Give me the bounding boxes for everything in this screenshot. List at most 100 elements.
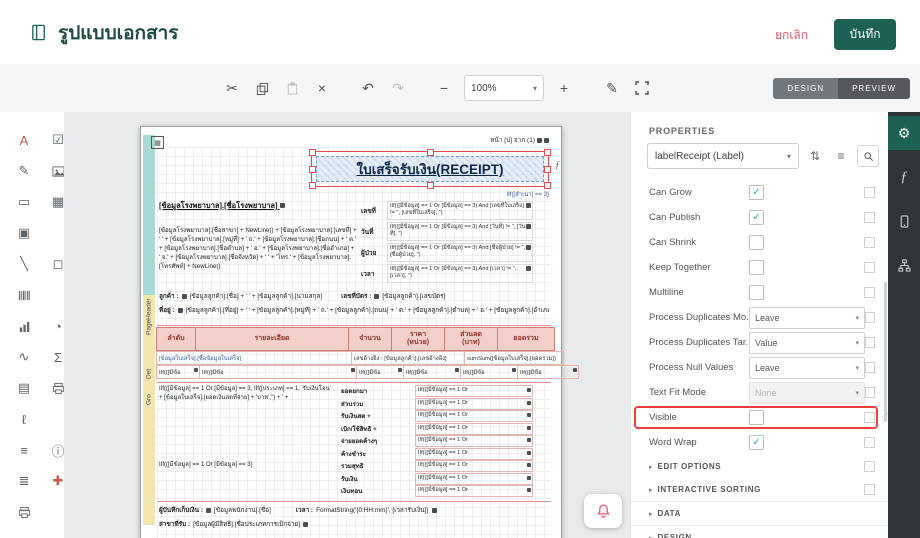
- selection-handle[interactable]: [309, 182, 316, 189]
- prop-checkbox-can-grow[interactable]: ✓: [749, 185, 764, 200]
- total-value-cell[interactable]: IIf(([มีข้อมูล] == 1 Or: [415, 435, 533, 447]
- table-header-cell[interactable]: ยอดรวม: [497, 327, 555, 351]
- prop-pin-checkbox[interactable]: [865, 312, 875, 323]
- design-canvas[interactable]: PageHeader Det Gro ▦ หน้า [ป] จาก (1) ใบ…: [64, 112, 630, 538]
- hospital-address-label[interactable]: [ข้อมูลโรงพยาบาล].[ชื่อสาขา] + NewLine()…: [159, 227, 357, 272]
- footer-row-2[interactable]: สาขาที่รับ : [ข้อมูลผู้มีสิทธิ].[ชื่อประ…: [159, 519, 549, 529]
- prop-pin-checkbox[interactable]: [864, 484, 875, 495]
- scrollbar[interactable]: [884, 282, 887, 422]
- zoom-out-button[interactable]: −: [436, 78, 452, 98]
- prop-select-process-duplicates-tar[interactable]: Value▾: [749, 332, 865, 354]
- cut-button[interactable]: ✂: [224, 78, 240, 98]
- table-header-cell[interactable]: ส่วนลด (บาท): [444, 327, 498, 351]
- footer-row-1[interactable]: ผู้บันทึกเก็บเงิน : [ข้อมูลพนักงาน].[ชื่…: [159, 505, 549, 515]
- table-detail-cell[interactable]: IIf(([มีข้อ: [156, 365, 200, 379]
- prop-pin-checkbox[interactable]: [865, 362, 875, 373]
- design-tab[interactable]: DESIGN: [773, 78, 838, 99]
- total-value-cell[interactable]: IIf(([มีข้อมูล] == 1 Or: [415, 410, 533, 422]
- prop-pin-checkbox[interactable]: [865, 337, 875, 348]
- total-value-cell[interactable]: IIf(([มีข้อมูล] == 1 Or: [415, 398, 533, 410]
- table-detail-cell[interactable]: IIf(([มีข้อ: [199, 365, 357, 379]
- payment-expression2-label[interactable]: IIf(([มีข้อมูล] == 1 Or [มีข้อมูล] == 3): [159, 459, 331, 469]
- selected-label-receipt[interactable]: ใบเสร็จรับเงิน(RECEIPT) ƒ: [311, 151, 549, 187]
- table-detail-row[interactable]: IIf(([มีข้อIIf(([มีข้อIIf(([มีข้อIIf(([ม…: [157, 365, 579, 379]
- prop-pin-checkbox[interactable]: [864, 187, 875, 198]
- element-selector-dropdown[interactable]: labelReceipt (Label) ▾: [647, 143, 799, 169]
- total-row[interactable]: ค้างชำระIIf(([มีข้อมูล] == 1 Or: [341, 448, 533, 461]
- selection-handle[interactable]: [544, 182, 551, 189]
- selection-handle[interactable]: [427, 149, 434, 156]
- total-row[interactable]: เบิก/ใช้สิทธิ +IIf(([มีข้อมูล] == 1 Or: [341, 423, 533, 436]
- table-header-cell[interactable]: รายละเอียด: [195, 327, 349, 351]
- bar-chart-tool-icon[interactable]: [12, 314, 36, 338]
- fullscreen-button[interactable]: [634, 78, 650, 98]
- settings-rail-button[interactable]: ⚙: [888, 116, 920, 150]
- table-detail-cell[interactable]: IIf(([มีข้อ: [460, 365, 518, 379]
- copy-button[interactable]: [254, 78, 270, 98]
- delete-button[interactable]: ×: [314, 78, 330, 98]
- table-header-cell[interactable]: ราคา (หน่วย): [391, 327, 445, 351]
- prop-pin-checkbox[interactable]: [864, 412, 875, 423]
- sort-icon[interactable]: ⇅: [805, 146, 825, 166]
- rectangle-tool-icon[interactable]: ▭: [12, 190, 36, 214]
- subheader-sum-cell[interactable]: sumSum([ข้อมูลใบเสร็จ].[ยอดรวม]): [464, 351, 564, 365]
- prop-checkbox-word-wrap[interactable]: ✓: [749, 435, 764, 450]
- handwriting-tool-icon[interactable]: ℓ: [12, 407, 36, 431]
- total-value-cell[interactable]: IIf(([มีข้อมูล] == 1 Or: [415, 485, 533, 497]
- functions-rail-button[interactable]: ƒ: [888, 160, 920, 194]
- cancel-button[interactable]: ยกเลิก: [775, 26, 808, 45]
- panel-tool-icon[interactable]: ▣: [12, 221, 36, 245]
- preview-tab[interactable]: PREVIEW: [838, 78, 910, 99]
- total-value-cell[interactable]: IIf(([มีข้อมูล] == 1 Or: [415, 473, 533, 485]
- customer-row[interactable]: ลูกค้า : [ข้อมูลลูกค้า].[ชื่อ] + ' ' + […: [159, 291, 549, 301]
- selection-handle[interactable]: [544, 149, 551, 156]
- subheader-left-cell[interactable]: [ข้อมูลใบเสร็จ].[ชื่อข้อมูลใบเสร็จ]: [156, 351, 352, 365]
- total-row[interactable]: รับเงินสด +IIf(([มีข้อมูล] == 1 Or: [341, 410, 533, 423]
- total-row[interactable]: รวมสุทธิIIf(([มีข้อมูล] == 1 Or: [341, 460, 533, 473]
- prop-checkbox-multiline[interactable]: [749, 285, 764, 300]
- prop-checkbox-can-shrink[interactable]: [749, 235, 764, 250]
- table-detail-cell[interactable]: IIf(([มีข้อ: [356, 365, 404, 379]
- sparkline-tool-icon[interactable]: ∿: [12, 345, 36, 369]
- printer-tool-icon[interactable]: [12, 500, 36, 524]
- section-design[interactable]: ▸DESIGN: [631, 525, 889, 538]
- selection-handle[interactable]: [309, 166, 316, 173]
- band-label-gro[interactable]: Gro: [143, 389, 155, 411]
- prop-checkbox-can-publish[interactable]: ✓: [749, 210, 764, 225]
- table-detail-cell[interactable]: IIf(([มีข้อ: [517, 365, 579, 379]
- prop-checkbox-visible[interactable]: [749, 410, 764, 425]
- category-list-icon[interactable]: ≡: [831, 146, 851, 166]
- section-interactive-sorting[interactable]: ▸INTERACTIVE SORTING: [631, 478, 889, 501]
- prop-checkbox-keep-together[interactable]: [749, 260, 764, 275]
- total-value-cell[interactable]: IIf(([มีข้อมูล] == 1 Or: [415, 385, 533, 397]
- report-page[interactable]: PageHeader Det Gro ▦ หน้า [ป] จาก (1) ใบ…: [140, 126, 562, 538]
- table-header-cell[interactable]: จำนวน: [348, 327, 392, 351]
- indent-tool-icon[interactable]: ≣: [12, 469, 36, 493]
- prop-pin-checkbox[interactable]: [864, 437, 875, 448]
- total-value-cell[interactable]: IIf(([มีข้อมูล] == 1 Or: [415, 448, 533, 460]
- table-subheader-row[interactable]: [ข้อมูลใบเสร็จ].[ชื่อข้อมูลใบเสร็จ] เลขอ…: [157, 351, 564, 365]
- list-tool-icon[interactable]: ≡: [12, 438, 36, 462]
- zoom-select[interactable]: 100% ▾: [464, 75, 544, 101]
- mobile-rail-button[interactable]: [888, 204, 920, 238]
- payment-expression-label[interactable]: IIf(([มีข้อมูล] == 1 Or [มีข้อมูล] == 3,…: [159, 385, 331, 403]
- copy-condition-label[interactable]: IIf([สำเนา] == 3): [506, 189, 549, 199]
- table-detail-cell[interactable]: IIf(([มีข้อ: [403, 365, 461, 379]
- selection-handle[interactable]: [427, 182, 434, 189]
- clipboard-tool-icon[interactable]: ▤: [12, 376, 36, 400]
- address-row[interactable]: ที่อยู่ : [ข้อมูลลูกค้า].[ที่อยู่] + ' '…: [159, 305, 549, 315]
- section-data[interactable]: ▸DATA: [631, 501, 889, 525]
- line-tool-icon[interactable]: ╲: [12, 252, 36, 276]
- total-row[interactable]: ยอดยกมาIIf(([มีข้อมูล] == 1 Or: [341, 385, 533, 398]
- paste-button[interactable]: [284, 78, 300, 98]
- info-value-cell[interactable]: IIf(([มีข้อมูล] == 1 Or [มีข้อมูล] == 3)…: [387, 243, 533, 262]
- total-row[interactable]: เงินทอนIIf(([มีข้อมูล] == 1 Or: [341, 485, 533, 498]
- section-edit-options[interactable]: ▸EDIT OPTIONS: [631, 455, 889, 478]
- info-value-cell[interactable]: IIf(([มีข้อมูล] == 1 Or [มีข้อมูล] == 3)…: [387, 222, 533, 241]
- redo-button[interactable]: ↷: [390, 78, 406, 98]
- style-pen-button[interactable]: ✎: [604, 78, 620, 98]
- undo-button[interactable]: ↶: [360, 78, 376, 98]
- signature-tool-icon[interactable]: ✎: [12, 159, 36, 183]
- prop-select-process-duplicates-mo[interactable]: Leave▾: [749, 307, 865, 329]
- prop-select-process-null-values[interactable]: Leave▾: [749, 357, 865, 379]
